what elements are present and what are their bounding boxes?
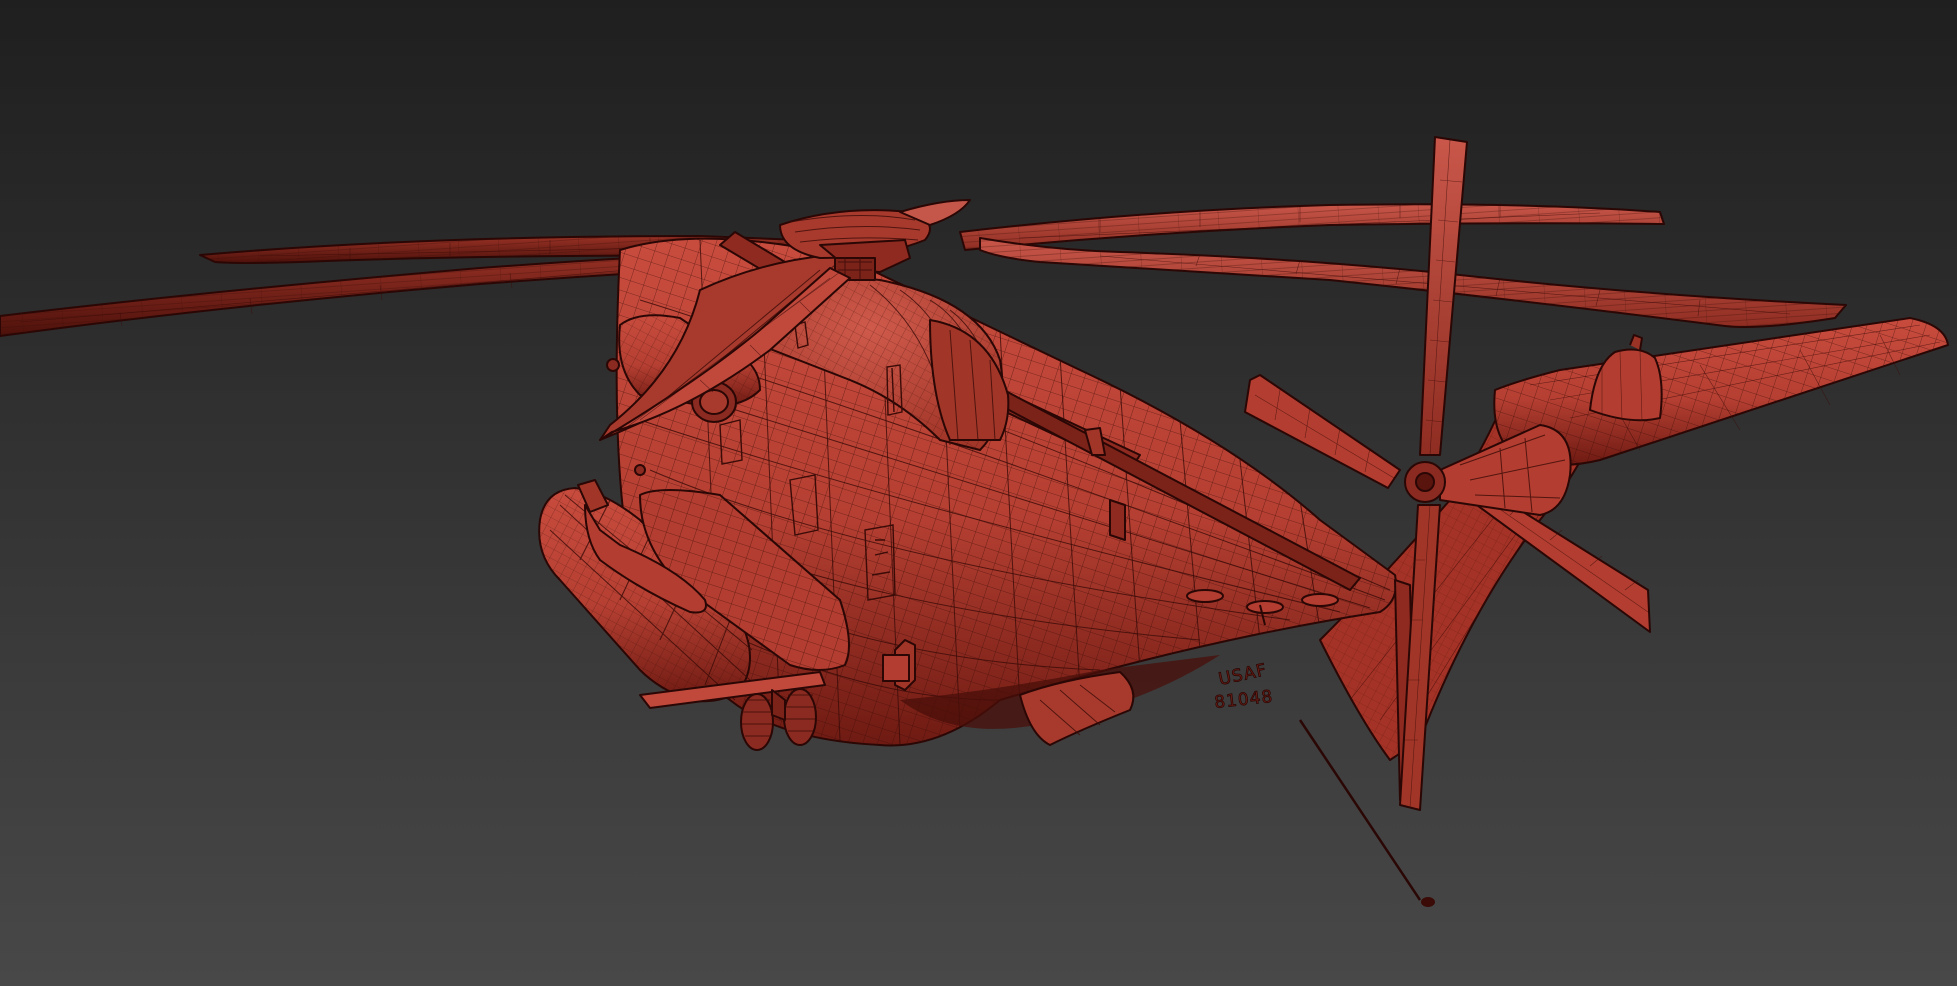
viewport[interactable]: USAF 81048 — [0, 0, 1957, 986]
helicopter-model[interactable]: USAF 81048 — [0, 0, 1957, 986]
